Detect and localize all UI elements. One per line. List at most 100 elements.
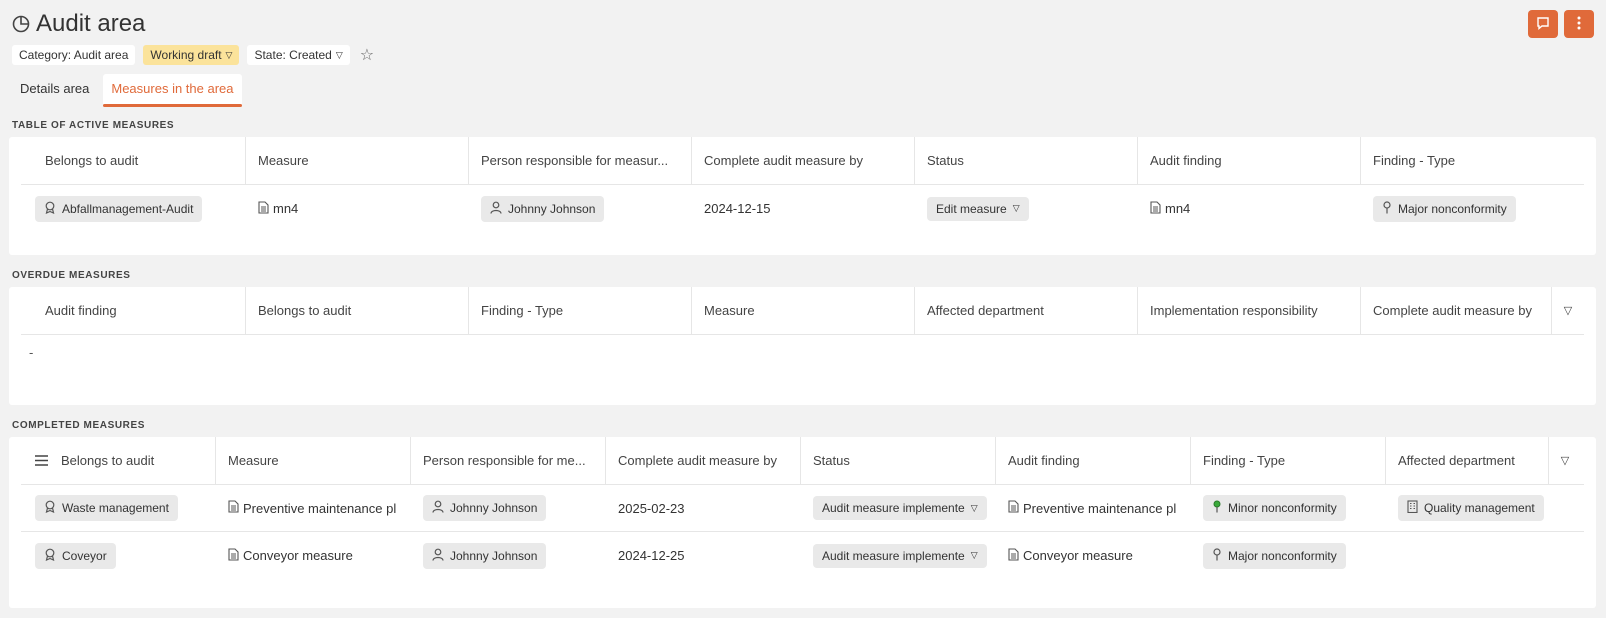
state-chip[interactable]: State: Created ▽	[247, 45, 350, 65]
column-header[interactable]: Audit finding	[996, 436, 1191, 485]
department-link[interactable]: Quality management	[1398, 495, 1544, 521]
overdue-measures-table: Audit finding Belongs to audit Finding -…	[9, 286, 1596, 405]
column-header[interactable]: Belongs to audit	[21, 136, 246, 185]
column-header[interactable]: Belongs to audit	[246, 286, 469, 335]
active-measures-table: Belongs to audit Measure Person responsi…	[9, 136, 1596, 255]
finding-type-link[interactable]: Minor nonconformity	[1203, 495, 1346, 521]
pin-icon	[1382, 200, 1392, 217]
section-title-active-measures: TABLE OF ACTIVE MEASURES	[12, 120, 175, 131]
column-header[interactable]: Implementation responsibility	[1138, 286, 1361, 335]
chevron-down-icon: ▽	[970, 550, 978, 560]
comment-button[interactable]	[1528, 10, 1558, 38]
table-row[interactable]: Abfallmanagement-Audit mn4 Johnny Johnso…	[21, 185, 1584, 232]
table-header: Belongs to audit Measure Person responsi…	[21, 436, 1584, 485]
measure-link[interactable]: mn4	[258, 200, 298, 217]
status-dropdown[interactable]: Audit measure implemente ▽	[813, 543, 987, 568]
user-icon	[490, 201, 502, 217]
measure-link[interactable]: Preventive maintenance pl	[228, 500, 396, 516]
finding-type-label: Major nonconformity	[1398, 201, 1507, 216]
person-link[interactable]: Johnny Johnson	[481, 195, 605, 222]
due-date: 2025-02-23	[618, 500, 685, 516]
award-icon	[44, 548, 56, 564]
status-dropdown[interactable]: Edit measure ▽	[927, 196, 1029, 221]
finding-type-label: Minor nonconformity	[1228, 501, 1337, 515]
due-date: 2024-12-15	[704, 201, 771, 216]
audit-link[interactable]: Waste management	[35, 495, 178, 521]
comment-icon	[1536, 16, 1550, 33]
tab-details-area[interactable]: Details area	[12, 74, 97, 105]
user-icon	[432, 500, 444, 516]
pie-chart-icon	[12, 14, 32, 34]
chevron-down-icon: ▽	[1560, 455, 1570, 467]
document-icon	[1008, 547, 1019, 564]
department-label: Quality management	[1424, 501, 1535, 515]
top-actions	[1528, 10, 1594, 38]
table-header: Audit finding Belongs to audit Finding -…	[21, 286, 1584, 335]
award-icon	[44, 201, 56, 217]
person-link[interactable]: Johnny Johnson	[423, 542, 547, 569]
chevron-down-icon: ▽	[225, 49, 233, 60]
finding-type-link[interactable]: Major nonconformity	[1203, 542, 1346, 569]
page-title: Audit area	[36, 10, 146, 37]
audit-label: Abfallmanagement-Audit	[62, 201, 194, 216]
column-header[interactable]: Complete audit measure by	[606, 436, 801, 485]
tab-measures-in-area[interactable]: Measures in the area	[103, 74, 242, 107]
finding-link[interactable]: Conveyor measure	[1008, 547, 1133, 564]
column-header[interactable]: Measure	[246, 136, 469, 185]
audit-link[interactable]: Abfallmanagement-Audit	[35, 195, 203, 222]
status-label: Audit measure implemente	[822, 548, 965, 563]
column-header[interactable]: Measure	[692, 286, 915, 335]
audit-link[interactable]: Coveyor	[35, 542, 116, 569]
column-menu-button[interactable]: ▽	[1549, 437, 1581, 485]
column-header[interactable]: Status	[915, 136, 1138, 185]
section-title-overdue-measures: OVERDUE MEASURES	[12, 270, 131, 281]
column-header[interactable]: Status	[801, 436, 996, 485]
column-header[interactable]: Audit finding	[1138, 136, 1361, 185]
document-icon	[1150, 200, 1161, 217]
draft-chip[interactable]: Working draft ▽	[143, 45, 240, 65]
star-icon[interactable]: ☆	[360, 45, 374, 65]
chevron-down-icon: ▽	[970, 502, 978, 513]
finding-label: Conveyor measure	[1023, 548, 1133, 563]
table-row[interactable]: Coveyor Conveyor measure Johnny Johnson …	[21, 532, 1584, 579]
column-header-label: Belongs to audit	[61, 453, 155, 468]
measure-link[interactable]: Conveyor measure	[228, 547, 353, 564]
table-header: Belongs to audit Measure Person responsi…	[21, 136, 1584, 185]
column-menu-button[interactable]: ▽	[1552, 287, 1584, 335]
due-date: 2024-12-25	[618, 548, 685, 563]
column-header[interactable]: Finding - Type	[1361, 137, 1584, 185]
column-header[interactable]: Finding - Type	[469, 286, 692, 335]
status-label: Edit measure	[936, 201, 1007, 216]
column-header[interactable]: Complete audit measure by	[692, 136, 915, 185]
column-header-belongs-to-audit[interactable]: Belongs to audit	[21, 436, 216, 485]
section-title-completed-measures: COMPLETED MEASURES	[12, 420, 146, 431]
hamburger-menu-icon[interactable]	[35, 455, 49, 466]
column-header[interactable]: Person responsible for me...	[411, 436, 606, 485]
person-label: Johnny Johnson	[508, 201, 596, 216]
meta-row: Category: Audit area Working draft ▽ Sta…	[12, 44, 1594, 66]
measure-label: Conveyor measure	[243, 548, 353, 563]
table-row[interactable]: Waste management Preventive maintenance …	[21, 485, 1584, 532]
document-icon	[228, 547, 239, 564]
draft-chip-label: Working draft	[150, 48, 222, 62]
column-header[interactable]: Affected department	[1386, 436, 1549, 485]
column-header[interactable]: Finding - Type	[1191, 436, 1386, 485]
more-options-button[interactable]	[1564, 10, 1594, 38]
column-header[interactable]: Measure	[216, 436, 411, 485]
finding-link[interactable]: mn4	[1150, 200, 1190, 217]
building-icon	[1407, 500, 1418, 516]
page-header: Audit area Category: Audit area Working …	[12, 8, 1594, 66]
column-header[interactable]: Audit finding	[21, 286, 246, 335]
finding-type-link[interactable]: Major nonconformity	[1373, 195, 1516, 222]
column-header[interactable]: Affected department	[915, 286, 1138, 335]
document-icon	[1008, 500, 1019, 516]
finding-type-label: Major nonconformity	[1228, 548, 1337, 563]
chevron-down-icon: ▽	[1563, 305, 1573, 317]
column-header[interactable]: Person responsible for measur...	[469, 136, 692, 185]
state-chip-label: State: Created	[254, 48, 332, 62]
column-header[interactable]: Complete audit measure by	[1361, 286, 1552, 335]
audit-label: Waste management	[62, 501, 169, 515]
person-link[interactable]: Johnny Johnson	[423, 495, 547, 521]
status-dropdown[interactable]: Audit measure implemente ▽	[813, 496, 987, 520]
finding-link[interactable]: Preventive maintenance pl	[1008, 500, 1176, 516]
